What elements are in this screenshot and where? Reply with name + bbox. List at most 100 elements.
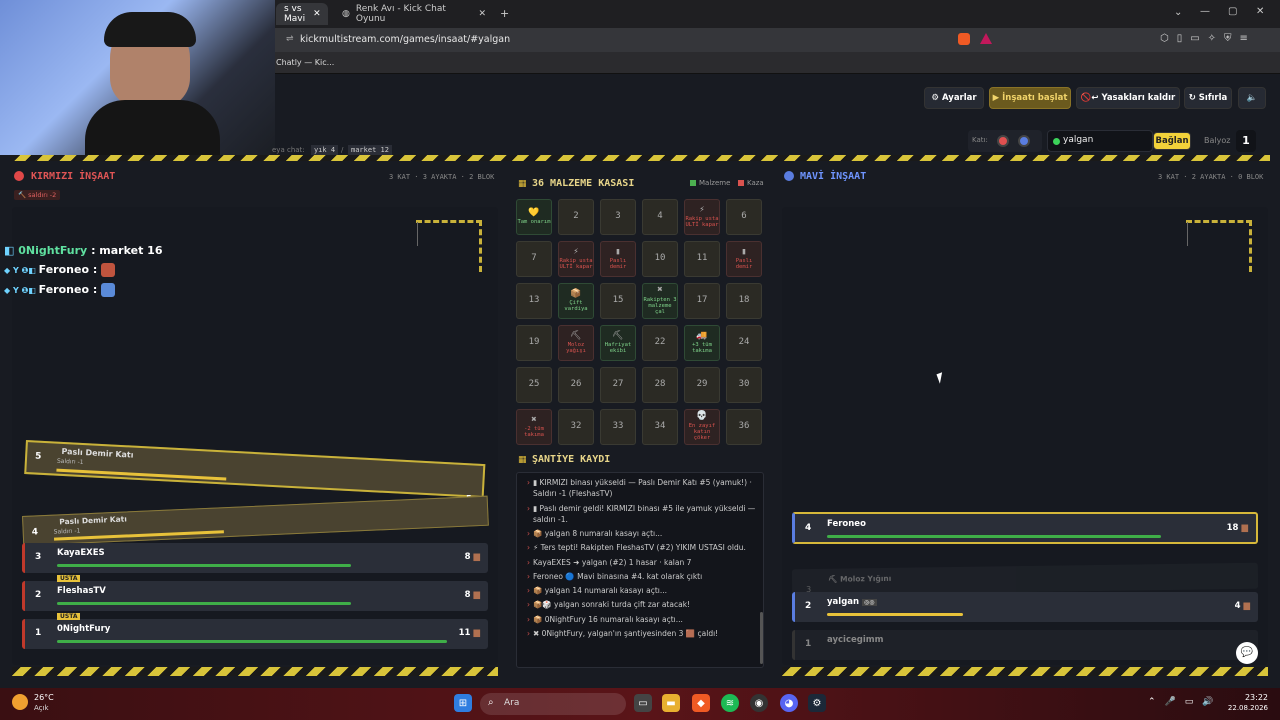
chat-message: ◧ 0NightFury : market 16	[4, 244, 163, 257]
blue-row-1: 1 aycicegimm	[792, 630, 1258, 660]
browser-tab-2[interactable]: ◍ Renk Avı - Kick Chat Oyunu ✕	[334, 3, 494, 25]
sound-icon[interactable]: 🔈	[1238, 87, 1266, 109]
box-cell[interactable]: 7	[516, 241, 552, 277]
crane-icon	[416, 220, 482, 272]
blue-team-icon	[784, 171, 794, 181]
url-field[interactable]: kickmultistream.com/games/insaat/#yalgan	[300, 34, 510, 45]
red-team-toggle[interactable]	[997, 135, 1009, 147]
log-entry: › 📦 yalgan 8 numaralı kasayı açtı...	[527, 529, 663, 538]
box-cell[interactable]: ⚡ Rakip usta ULTİ kapar	[684, 199, 720, 235]
box-cell[interactable]: 28	[642, 367, 678, 403]
box-cell[interactable]: 2	[558, 199, 594, 235]
box-cell[interactable]: 29	[684, 367, 720, 403]
box-cell[interactable]: 33	[600, 409, 636, 445]
box-cell[interactable]: ▮ Paslı demir	[726, 241, 762, 277]
box-cell[interactable]: 26	[558, 367, 594, 403]
box-cell[interactable]: 13	[516, 283, 552, 319]
box-cell[interactable]: ▮ Paslı demir	[600, 241, 636, 277]
box-cell[interactable]: ✖ -2 tüm takıma	[516, 409, 552, 445]
box-cell[interactable]: 💛 Tam onarım	[516, 199, 552, 235]
start-building-button[interactable]: ▶ İnşaatı başlat	[989, 87, 1071, 109]
new-tab-icon[interactable]: +	[500, 7, 509, 20]
box-cell[interactable]: ✖ Rakipten 3 malzeme çal	[642, 283, 678, 319]
steam-icon[interactable]: ⚙	[808, 694, 826, 712]
box-cell[interactable]: ⛏ Moloz yağışı	[558, 325, 594, 361]
chat-badge-icon: ◆ Y ❶◧	[4, 266, 39, 275]
box-cell[interactable]: 17	[684, 283, 720, 319]
brave-shield-icon[interactable]	[958, 33, 970, 45]
log-entry: › Feroneo 🔵 Mavi binasına #4. kat olarak …	[527, 571, 703, 581]
box-cell[interactable]: 30	[726, 367, 762, 403]
weather-temp: 26°C	[34, 693, 54, 702]
box-cell[interactable]: 10	[642, 241, 678, 277]
box-cell[interactable]: 18	[726, 283, 762, 319]
blue-team-toggle[interactable]	[1018, 135, 1030, 147]
minimize-icon[interactable]: —	[1200, 6, 1210, 17]
log-entry: › ✖ 0NightFury, yalgan'ın şantiyesinden 3…	[527, 628, 719, 638]
box-cell[interactable]: 📦 Çift vardiya	[558, 283, 594, 319]
balyoz-value[interactable]: 1	[1236, 130, 1256, 152]
reset-button[interactable]: ↻ Sıfırla	[1184, 87, 1232, 109]
box-cell[interactable]: 19	[516, 325, 552, 361]
legend-accident: Kaza	[747, 179, 764, 187]
box-cell[interactable]: 3	[600, 199, 636, 235]
blue-row-4: 4 Feroneo 18 ▆	[792, 512, 1258, 544]
box-cell[interactable]: 34	[642, 409, 678, 445]
close-window-icon[interactable]: ✕	[1256, 6, 1264, 17]
hazard-stripe-red	[12, 667, 498, 676]
box-cell[interactable]: 22	[642, 325, 678, 361]
box-cell[interactable]: ⚡ Rakip usta ULTİ kapar	[558, 241, 594, 277]
log-panel[interactable]: › ▮ KIRMIZI binası yükseldi — Paslı Demir…	[516, 472, 764, 668]
brave-rewards-icon[interactable]	[980, 33, 992, 44]
extensions-icon[interactable]: ⬡▯▭✧⛨≡	[1160, 33, 1256, 44]
box-cell[interactable]: 11	[684, 241, 720, 277]
box-cell[interactable]: 6	[726, 199, 762, 235]
box-cell[interactable]: 32	[558, 409, 594, 445]
box-cell[interactable]: ⛏ Hafriyat ekibi	[600, 325, 636, 361]
streamer-hair	[104, 12, 196, 47]
team-selector: Katı:	[968, 130, 1042, 152]
bookmark-item[interactable]: Chatly — Kic...	[276, 58, 334, 67]
chat-badge-icon: ◆ Y ❶◧	[4, 286, 39, 295]
box-cell[interactable]: 15	[600, 283, 636, 319]
log-entry: › ⚡ Ters tepti! Rakipten FleshasTV (#2) Y…	[527, 543, 746, 553]
obs-icon[interactable]: ◉	[750, 694, 768, 712]
box-cell[interactable]: 4	[642, 199, 678, 235]
chevron-down-icon[interactable]: ⌄	[1174, 7, 1182, 18]
spotify-icon[interactable]: ≋	[721, 694, 739, 712]
remove-bans-button[interactable]: 🚫↩ Yasakları kaldır	[1076, 87, 1180, 109]
legend-accident-swatch	[738, 180, 744, 186]
discord-icon[interactable]: ◕	[780, 694, 798, 712]
connect-button[interactable]: Bağlan	[1153, 132, 1191, 150]
browser-tab-1[interactable]: s vs Mavi ✕	[276, 3, 328, 25]
red-row-2: USTA 2 FleshasTV 8 ▆	[22, 575, 488, 611]
close-icon[interactable]: ✕	[478, 9, 486, 19]
box-cell[interactable]: 36	[726, 409, 762, 445]
brave-browser-icon[interactable]: ◆	[692, 694, 710, 712]
weather-icon[interactable]	[12, 694, 28, 710]
hazard-stripe-blue	[782, 667, 1268, 676]
box-icon: ▦	[518, 179, 527, 189]
box-cell[interactable]: 24	[726, 325, 762, 361]
legend-material-swatch	[690, 180, 696, 186]
maximize-icon[interactable]: ▢	[1228, 6, 1237, 17]
taskbar-search[interactable]: ⌕ Ara	[480, 693, 626, 715]
chat-bubble-icon[interactable]: 💬	[1236, 642, 1258, 664]
settings-button[interactable]: ⚙ Ayarlar	[924, 87, 984, 109]
channel-input[interactable]: yalgan	[1047, 130, 1153, 152]
weather-desc: Açık	[34, 704, 49, 712]
log-scrollbar[interactable]	[760, 612, 763, 664]
globe-icon: ◍	[342, 9, 350, 19]
task-view-icon[interactable]: ▭	[634, 694, 652, 712]
site-info-icon[interactable]: ⇌	[286, 34, 294, 44]
box-cell[interactable]: 💀 En zayıf katın çöker	[684, 409, 720, 445]
system-tray-icons[interactable]: ⌃🎤▭🔊	[1148, 697, 1222, 707]
command-market: market 12	[348, 145, 392, 155]
file-explorer-icon[interactable]: ▬	[662, 694, 680, 712]
close-icon[interactable]: ✕	[313, 9, 321, 19]
box-cell[interactable]: 🚚 +3 tüm takıma	[684, 325, 720, 361]
windows-start-icon[interactable]: ⊞	[454, 694, 472, 712]
box-cell[interactable]: 27	[600, 367, 636, 403]
box-cell[interactable]: 25	[516, 367, 552, 403]
webcam-overlay	[0, 0, 275, 155]
